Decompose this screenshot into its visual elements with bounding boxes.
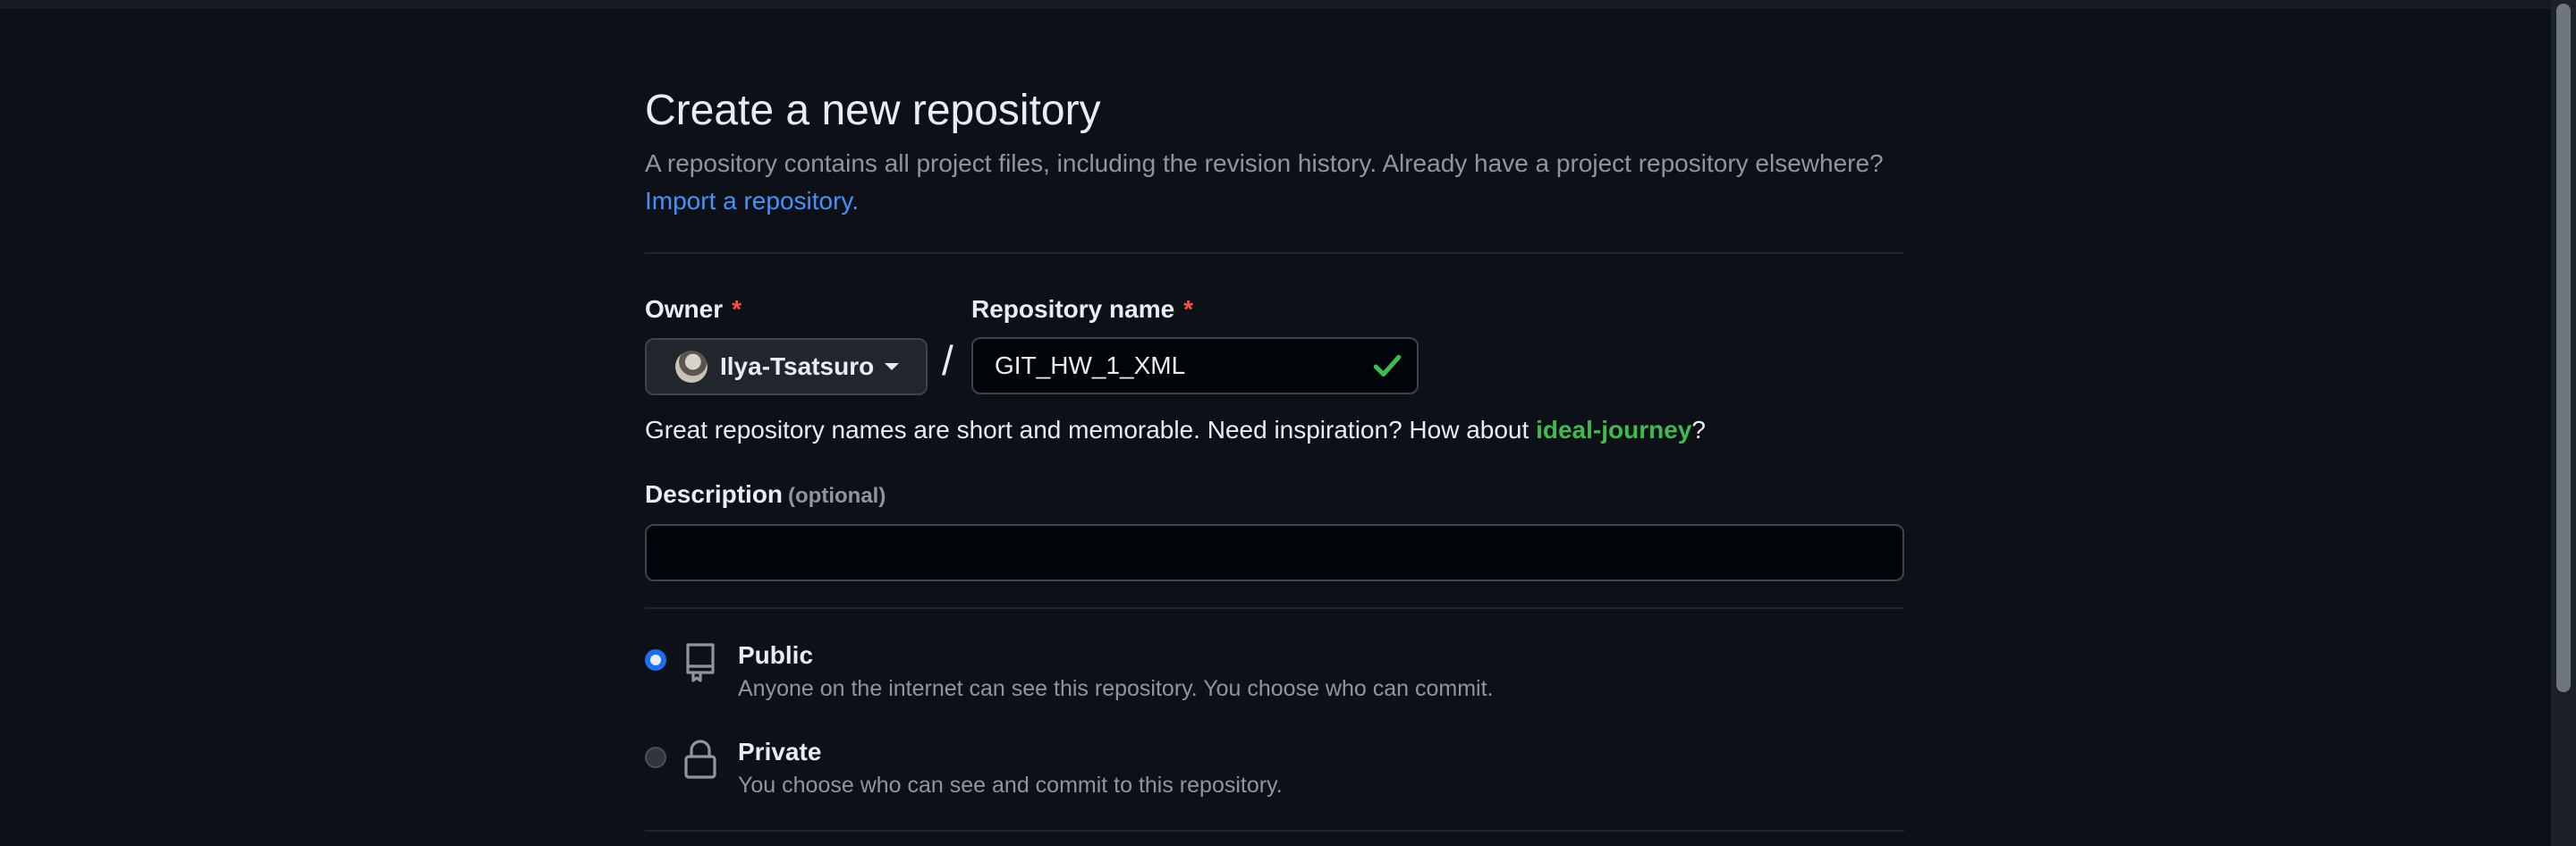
owner-label: Owner *	[645, 295, 741, 324]
visibility-divider	[645, 830, 1904, 832]
repository-name-input[interactable]: GIT_HW_1_XML	[971, 337, 1419, 394]
description-label-text: Description	[645, 480, 784, 508]
name-hint-suffix: ?	[1691, 416, 1706, 444]
chevron-down-icon	[885, 363, 900, 370]
description-label: Description (optional)	[645, 480, 886, 509]
owner-select-button[interactable]: Ilya-Tsatsuro	[645, 338, 928, 395]
repo-name-required-mark: *	[1183, 295, 1194, 323]
name-suggestion[interactable]: ideal-journey	[1536, 416, 1691, 444]
owner-name: Ilya-Tsatsuro	[720, 352, 875, 380]
visibility-private-title: Private	[738, 738, 822, 766]
visibility-private-description: You choose who can see and commit to thi…	[738, 773, 1283, 798]
page-description: A repository contains all project files,…	[645, 145, 1904, 220]
name-suggestion-hint: Great repository names are short and mem…	[645, 416, 1706, 444]
lock-icon	[684, 740, 716, 779]
repo-name-label: Repository name *	[971, 295, 1193, 324]
top-header-strip	[0, 0, 2551, 9]
owner-repo-separator: /	[942, 337, 953, 384]
owner-required-mark: *	[732, 295, 742, 323]
description-optional-tag: (optional)	[788, 484, 886, 508]
visibility-public-title: Public	[738, 641, 814, 669]
visibility-public-radio[interactable]	[645, 649, 666, 671]
name-hint-text: Great repository names are short and mem…	[645, 416, 1530, 444]
description-input[interactable]	[645, 524, 1904, 581]
owner-label-text: Owner	[645, 295, 724, 323]
repository-name-value: GIT_HW_1_XML	[995, 351, 1186, 379]
repo-icon	[686, 643, 715, 682]
visibility-public-description: Anyone on the internet can see this repo…	[738, 676, 1494, 701]
visibility-private-radio[interactable]	[645, 747, 666, 768]
owner-avatar	[675, 351, 708, 383]
scrollbar-thumb[interactable]	[2556, 4, 2571, 692]
header-divider	[645, 252, 1904, 254]
description-divider	[645, 607, 1904, 609]
page-description-text: A repository contains all project files,…	[645, 149, 1884, 177]
check-icon	[1373, 354, 1402, 377]
repo-name-label-text: Repository name	[971, 295, 1175, 323]
page-title: Create a new repository	[645, 87, 1101, 134]
page-scrollbar[interactable]	[2551, 0, 2576, 846]
import-repository-link[interactable]: Import a repository.	[645, 187, 859, 215]
